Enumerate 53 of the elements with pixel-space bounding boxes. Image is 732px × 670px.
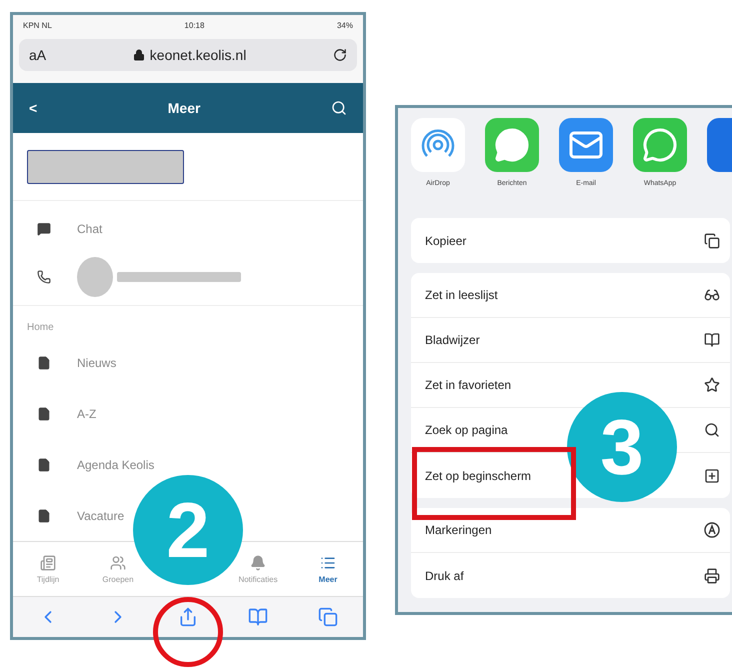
menu-item[interactable]: Agenda Keolis — [77, 458, 154, 472]
chat-icon — [37, 222, 51, 236]
text-size-button[interactable]: aA — [29, 46, 46, 63]
document-icon — [37, 356, 51, 370]
menu-item[interactable]: A-Z — [77, 406, 96, 421]
menu-item[interactable]: Nieuws — [77, 356, 116, 370]
action-item[interactable]: Druk af — [425, 568, 464, 582]
document-icon — [37, 406, 51, 421]
action-item[interactable]: Zet in favorieten — [425, 378, 512, 392]
action-item[interactable]: Zet op beginscherm — [425, 468, 532, 482]
reload-icon[interactable] — [332, 48, 347, 62]
page-title: Meer — [168, 100, 200, 116]
timeline-icon — [40, 554, 56, 571]
menu-item[interactable]: Chat — [77, 222, 102, 236]
section-label: Home — [26, 321, 55, 336]
action-item[interactable]: Kopieer — [425, 234, 466, 248]
add-square-icon — [704, 468, 720, 484]
menu-item[interactable]: Vacature — [77, 508, 124, 523]
tab[interactable]: Meer — [318, 554, 338, 584]
battery-level: 34% — [336, 21, 353, 30]
share-icon[interactable] — [178, 607, 198, 628]
carrier: KPN NL — [23, 21, 52, 30]
book-icon[interactable] — [248, 607, 268, 628]
markup-icon — [704, 522, 720, 538]
phone-icon — [37, 270, 51, 284]
document-icon — [37, 458, 51, 472]
group-icon — [110, 554, 126, 571]
clock: 10:18 — [184, 21, 204, 30]
back-button[interactable]: < — [29, 100, 38, 116]
search-icon — [704, 422, 720, 438]
url-text: keonet.keolis.nl — [150, 46, 246, 63]
search-icon[interactable] — [331, 100, 347, 116]
printer-icon — [704, 568, 720, 584]
airdrop-icon[interactable] — [411, 118, 465, 172]
action-item[interactable]: Zet in leeslijst — [425, 288, 498, 302]
redaction-circle — [77, 257, 113, 298]
copy-icon — [704, 232, 720, 248]
tabs-icon[interactable] — [318, 607, 338, 628]
highlight-circle — [153, 597, 223, 667]
glasses-icon — [704, 287, 720, 303]
whatsapp-icon[interactable] — [633, 118, 687, 172]
lock-icon — [132, 48, 145, 61]
star-icon — [704, 377, 720, 393]
book-icon — [704, 332, 720, 348]
bell-icon — [250, 554, 266, 571]
action-item[interactable]: Markeringen — [425, 523, 492, 537]
action-item[interactable]: Bladwijzer — [425, 333, 480, 347]
menu-icon — [320, 554, 336, 571]
action-item[interactable]: Zoek op pagina — [425, 423, 508, 437]
mail-icon[interactable] — [559, 118, 613, 172]
document-icon — [37, 508, 51, 523]
messages-icon[interactable] — [485, 118, 539, 172]
address-bar[interactable]: aA keonet.keolis.nl — [19, 38, 357, 71]
